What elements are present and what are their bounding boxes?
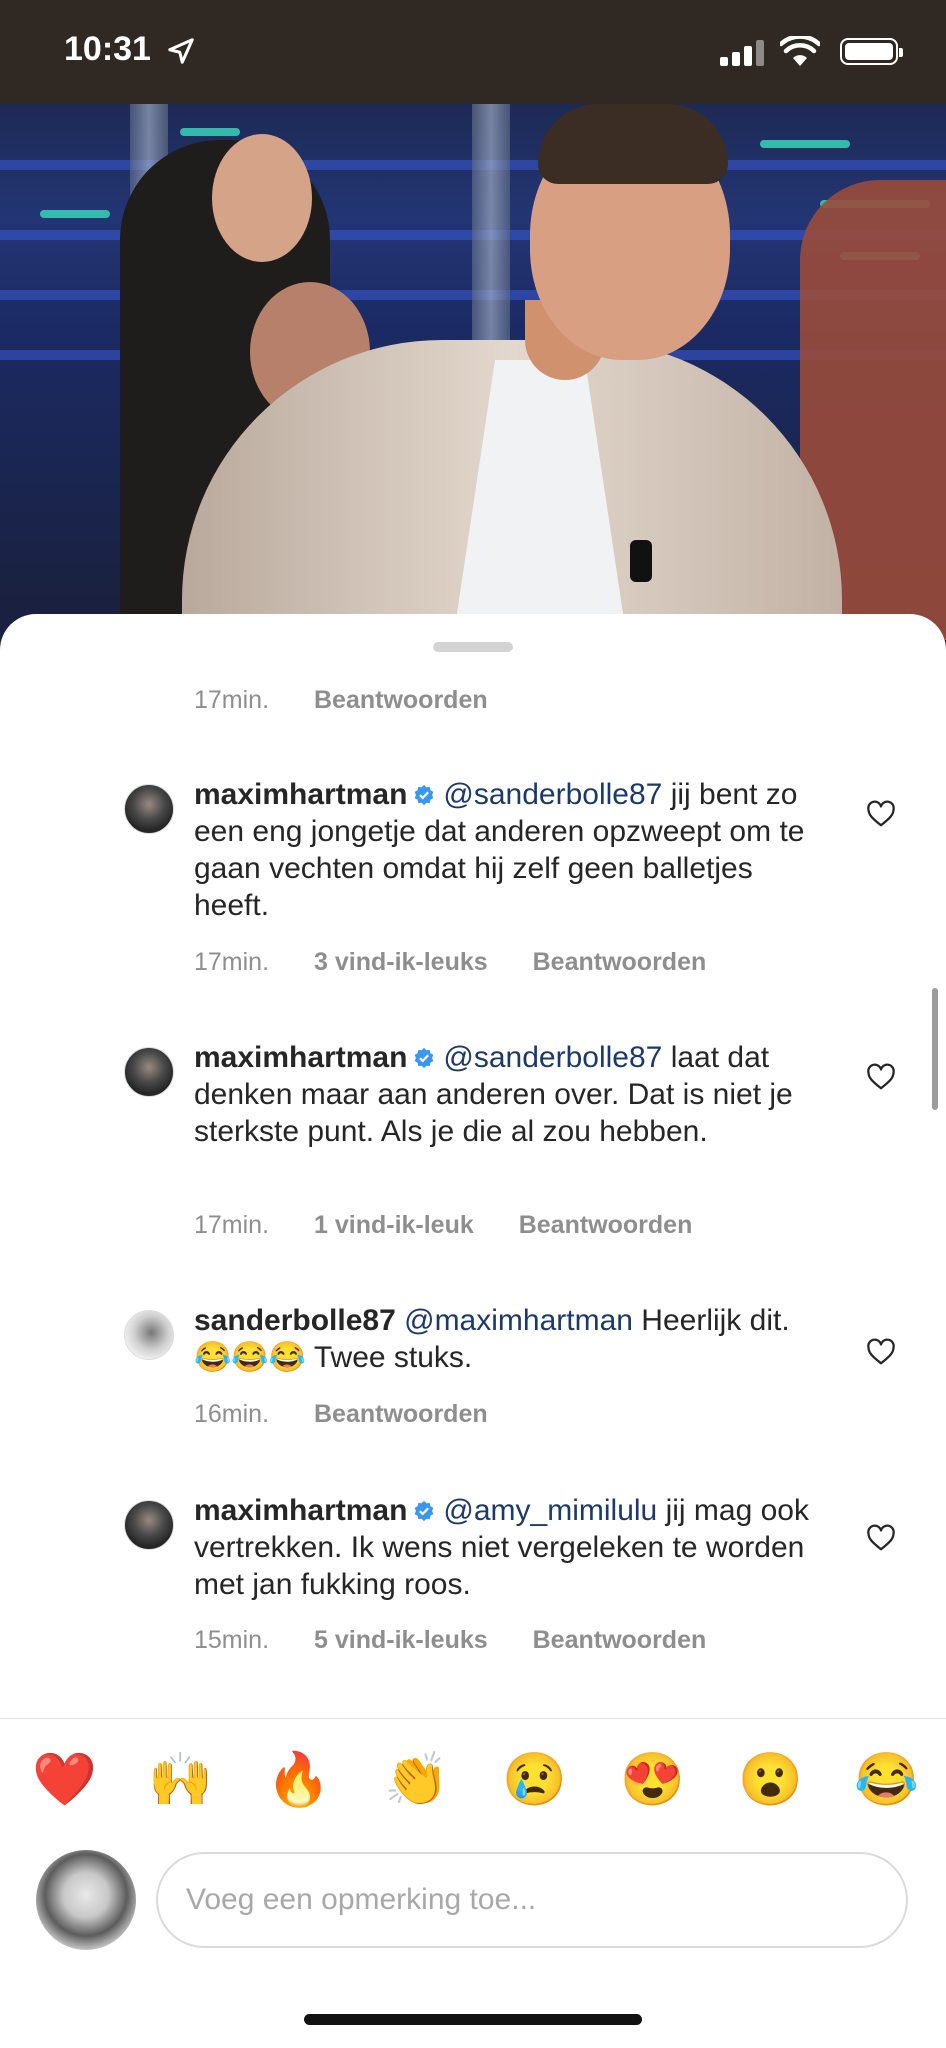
like-heart-icon[interactable]	[866, 800, 896, 828]
like-heart-icon[interactable]	[866, 1338, 896, 1366]
comment-meta: 17min. Beantwoorden	[194, 686, 526, 715]
avatar[interactable]	[124, 1310, 174, 1360]
comment-time: 17min.	[194, 948, 270, 976]
comments-sheet: 17min. Beantwoorden maximhartman @sanderb…	[0, 614, 946, 2048]
emoji-fire-button[interactable]: 🔥	[266, 1750, 331, 1810]
avatar[interactable]	[124, 784, 174, 834]
comment-time: 17min.	[194, 686, 270, 714]
likes-count[interactable]: 1 vind-ik-leuk	[314, 1211, 474, 1239]
comment-mention[interactable]: @amy_mimilulu	[443, 1494, 657, 1527]
comment-username[interactable]: maximhartman	[194, 1041, 407, 1074]
cellular-signal-icon	[720, 40, 764, 66]
comment-meta: 15min. 5 vind-ik-leuks Beantwoorden	[194, 1626, 744, 1655]
comment-meta: 17min. 1 vind-ik-leuk Beantwoorden	[194, 1211, 730, 1240]
comment-text: maximhartman @sanderbolle87 laat dat denk…	[194, 1039, 834, 1150]
emoji-raised-hands-button[interactable]: 🙌	[148, 1750, 213, 1810]
scrollbar[interactable]	[932, 988, 938, 1110]
emoji-heart-eyes-button[interactable]: 😍	[620, 1750, 685, 1810]
verified-badge-icon	[415, 1047, 434, 1069]
status-time: 10:31	[64, 30, 151, 68]
emoji-clapping-button[interactable]: 👏	[384, 1750, 449, 1810]
emoji-bar-divider	[0, 1718, 946, 1719]
like-heart-icon[interactable]	[866, 1063, 896, 1091]
comment-mention[interactable]: @sanderbolle87	[443, 1041, 662, 1074]
status-bar: 10:31	[0, 0, 946, 104]
reply-button[interactable]: Beantwoorden	[533, 948, 707, 976]
verified-badge-icon	[415, 1500, 434, 1522]
comment-time: 17min.	[194, 1211, 270, 1239]
comment-text: maximhartman @sanderbolle87 jij bent zo e…	[194, 776, 834, 924]
emoji-crying-button[interactable]: 😢	[502, 1750, 567, 1810]
emoji-surprised-button[interactable]: 😮	[738, 1750, 803, 1810]
likes-count[interactable]: 5 vind-ik-leuks	[314, 1626, 488, 1654]
comment-text: maximhartman @amy_mimilulu jij mag ook ve…	[194, 1492, 834, 1603]
my-avatar	[36, 1850, 136, 1950]
comment-meta: 16min. Beantwoorden	[194, 1400, 526, 1429]
avatar[interactable]	[124, 1047, 174, 1097]
comment-time: 15min.	[194, 1626, 270, 1654]
home-indicator[interactable]	[304, 2014, 642, 2025]
comment-username[interactable]: maximhartman	[194, 778, 407, 811]
emoji-heart-button[interactable]: ❤️	[32, 1750, 97, 1810]
comment-text: sanderbolle87 @maximhartman Heerlijk dit…	[194, 1302, 834, 1376]
verified-badge-icon	[415, 784, 434, 806]
likes-count[interactable]: 3 vind-ik-leuks	[314, 948, 488, 976]
comment-mention[interactable]: @sanderbolle87	[443, 778, 662, 811]
wifi-icon	[780, 36, 820, 66]
reply-button[interactable]: Beantwoorden	[533, 1626, 707, 1654]
reply-button[interactable]: Beantwoorden	[314, 686, 488, 714]
comment-username[interactable]: maximhartman	[194, 1494, 407, 1527]
like-heart-icon[interactable]	[866, 1524, 896, 1552]
avatar[interactable]	[124, 1500, 174, 1550]
reply-button[interactable]: Beantwoorden	[314, 1400, 488, 1428]
location-arrow-icon	[168, 38, 194, 64]
comment-username[interactable]: sanderbolle87	[194, 1304, 396, 1337]
emoji-laughing-button[interactable]: 😂	[854, 1750, 919, 1810]
comment-mention[interactable]: @maximhartman	[404, 1304, 633, 1337]
comment-meta: 17min. 3 vind-ik-leuks Beantwoorden	[194, 948, 744, 977]
battery-icon	[840, 38, 903, 65]
reply-button[interactable]: Beantwoorden	[519, 1211, 693, 1239]
sheet-grabber[interactable]	[433, 642, 513, 652]
comment-time: 16min.	[194, 1400, 270, 1428]
comment-input[interactable]	[156, 1852, 908, 1948]
